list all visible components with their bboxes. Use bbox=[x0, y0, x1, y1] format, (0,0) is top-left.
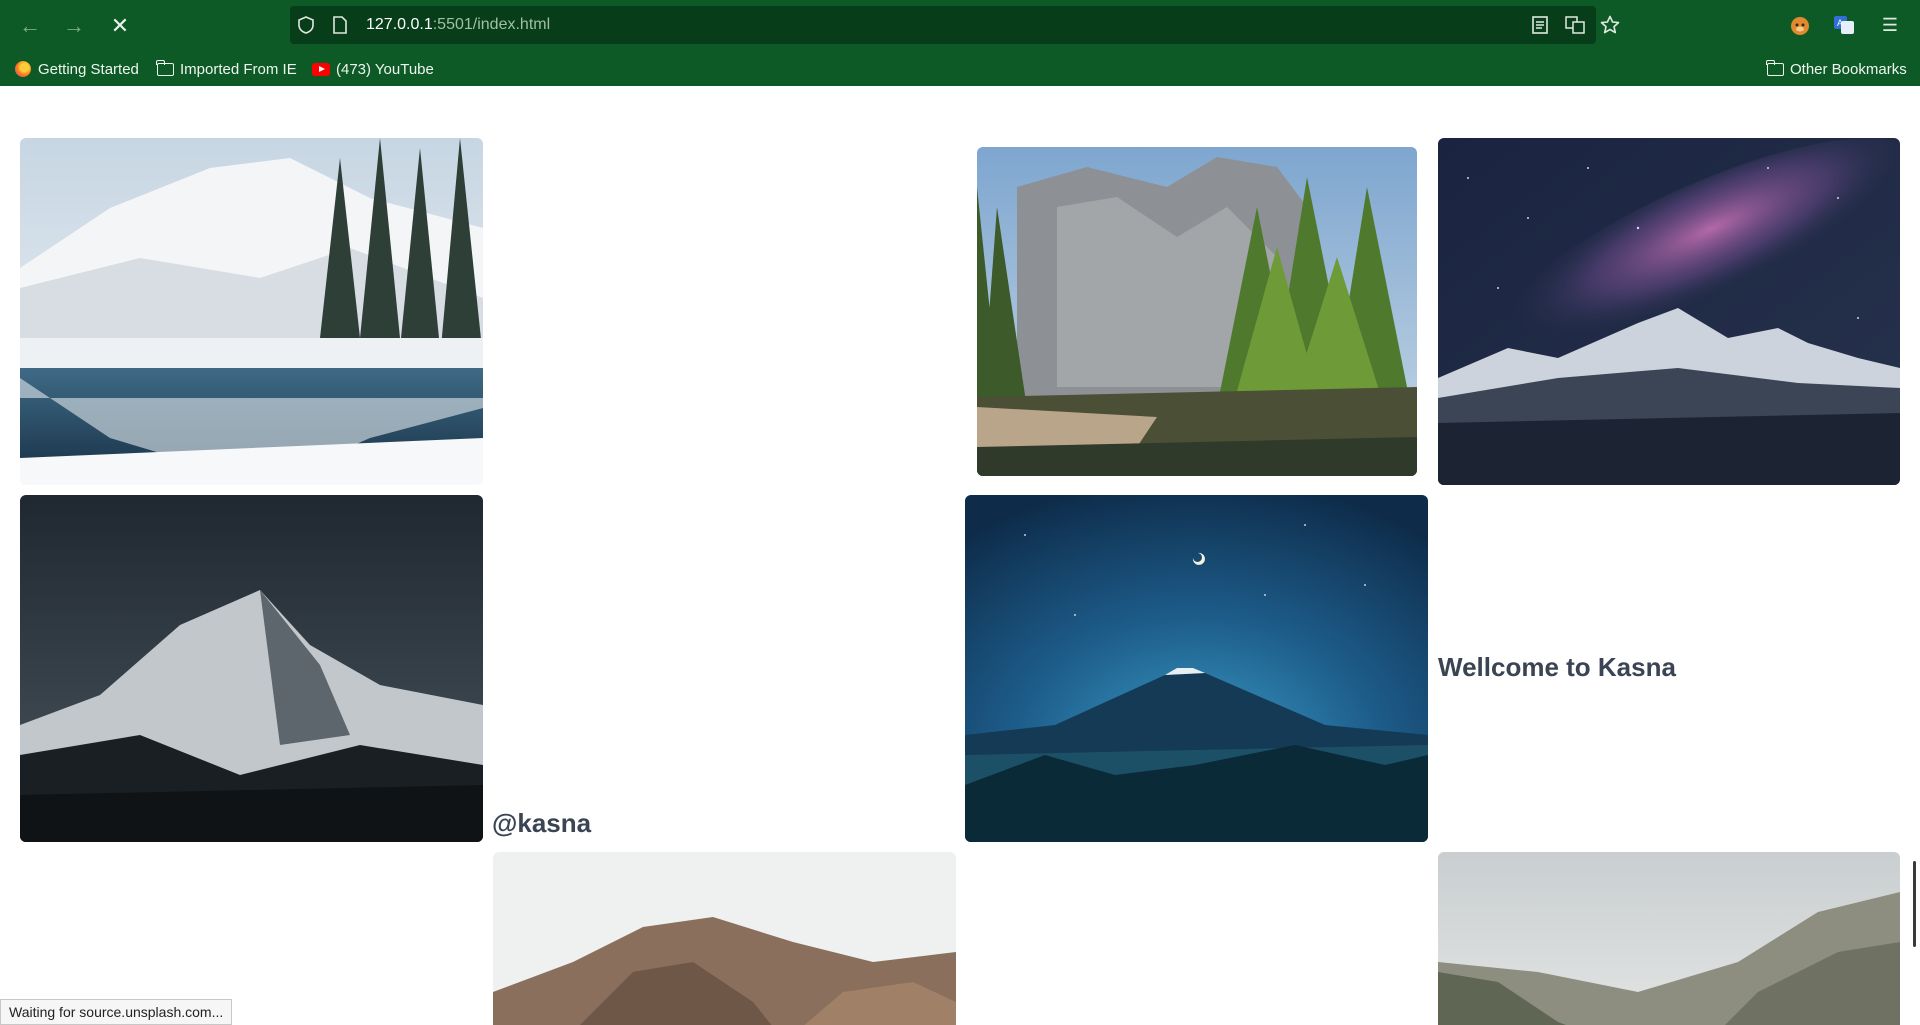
youtube-icon bbox=[312, 61, 330, 77]
page-content: Wellcome to Kasna @kasna bbox=[0, 86, 1920, 1025]
other-bookmarks[interactable]: Other Bookmarks bbox=[1765, 59, 1907, 79]
bookmark-getting-started[interactable]: Getting Started bbox=[14, 59, 139, 79]
photo-dark-mountain-peak[interactable] bbox=[20, 495, 483, 842]
photo-brown-hills[interactable] bbox=[493, 852, 956, 1025]
photo-milky-way-mountain[interactable] bbox=[1438, 138, 1900, 485]
address-bar[interactable]: 127.0.0.1:5501/index.html bbox=[290, 6, 1620, 44]
extension-monkey-icon[interactable] bbox=[1788, 13, 1812, 37]
bookmark-label: (473) YouTube bbox=[336, 60, 434, 78]
url-text[interactable]: 127.0.0.1:5501/index.html bbox=[366, 16, 550, 34]
photo-volcano-night[interactable] bbox=[965, 495, 1428, 842]
status-bar: Waiting for source.unsplash.com... bbox=[0, 999, 233, 1025]
reader-view-icon[interactable] bbox=[1530, 15, 1550, 35]
stop-loading-icon[interactable]: ✕ bbox=[106, 12, 134, 40]
extension-translate-icon[interactable]: A bbox=[1832, 13, 1856, 37]
menu-icon[interactable]: ☰ bbox=[1878, 13, 1902, 37]
bookmark-label: Getting Started bbox=[38, 60, 139, 78]
folder-icon bbox=[1765, 59, 1784, 77]
welcome-heading: Wellcome to Kasna bbox=[1438, 652, 1676, 682]
photo-snowy-lake[interactable] bbox=[20, 138, 483, 485]
forward-icon[interactable]: → bbox=[60, 12, 88, 40]
folder-icon bbox=[155, 59, 174, 77]
bookmark-star-icon[interactable] bbox=[1600, 15, 1620, 35]
bookmark-label: Imported From IE bbox=[180, 60, 297, 78]
shield-icon[interactable] bbox=[296, 15, 316, 35]
bookmark-imported-from-ie[interactable]: Imported From IE bbox=[155, 59, 297, 79]
handle-heading: @kasna bbox=[492, 808, 592, 838]
back-icon[interactable]: ← bbox=[16, 12, 44, 40]
browser-toolbar: ← → ✕ 127.0.0.1:5501/index.html A ☰ bbox=[0, 0, 1920, 52]
svg-text:A: A bbox=[1837, 18, 1843, 28]
photo-misty-valley[interactable] bbox=[1438, 852, 1900, 1025]
browser-chrome: ← → ✕ 127.0.0.1:5501/index.html A ☰ Gett… bbox=[0, 0, 1920, 86]
page-scrollbar[interactable] bbox=[1913, 861, 1916, 947]
bookmark-youtube[interactable]: (473) YouTube bbox=[312, 59, 434, 79]
page-info-icon[interactable] bbox=[330, 15, 350, 35]
translate-icon[interactable] bbox=[1565, 15, 1585, 35]
photo-forest-cliff[interactable] bbox=[977, 147, 1417, 476]
bookmarks-toolbar: Getting Started Imported From IE (473) Y… bbox=[0, 52, 1920, 86]
firefox-icon bbox=[14, 61, 32, 77]
other-bookmarks-label: Other Bookmarks bbox=[1790, 60, 1907, 78]
